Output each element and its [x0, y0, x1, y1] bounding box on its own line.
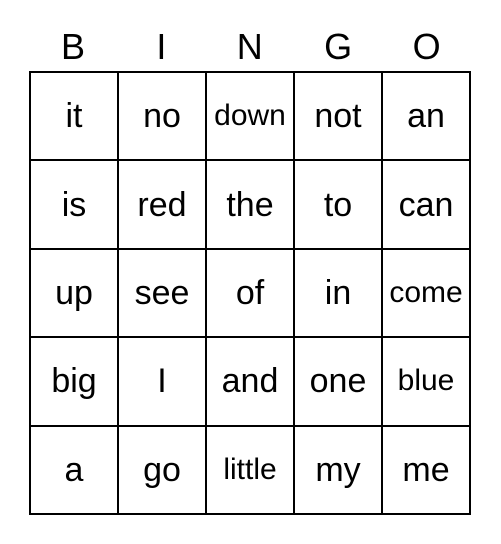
bingo-cell-n1[interactable]: down: [207, 73, 295, 162]
bingo-cell-label: it: [65, 97, 83, 136]
bingo-cell-label: down: [214, 99, 286, 133]
bingo-cell-label: and: [221, 362, 279, 401]
bingo-cell-label: can: [398, 185, 454, 224]
bingo-cell-label: come: [389, 276, 463, 310]
bingo-cell-g2[interactable]: to: [295, 161, 383, 250]
bingo-cell-n5[interactable]: little: [207, 426, 295, 516]
bingo-cell-i5[interactable]: go: [119, 426, 207, 516]
bingo-cell-label: blue: [397, 364, 455, 398]
bingo-cell-i1[interactable]: no: [119, 73, 207, 162]
bingo-header-letter-n: N: [236, 26, 264, 67]
bingo-cell-label: see: [134, 274, 190, 313]
bingo-row: a go little my me: [31, 426, 471, 516]
bingo-cell-b2[interactable]: is: [31, 161, 119, 250]
bingo-cell-o5[interactable]: me: [383, 426, 471, 516]
bingo-cell-label: little: [223, 452, 277, 486]
bingo-cell-o2[interactable]: can: [383, 161, 471, 250]
bingo-cell-i3[interactable]: see: [119, 249, 207, 339]
bingo-cell-label: no: [143, 97, 181, 136]
bingo-cell-i4[interactable]: I: [119, 338, 207, 427]
bingo-cell-label: big: [51, 362, 97, 401]
bingo-cell-label: up: [55, 274, 93, 313]
bingo-cell-b3[interactable]: up: [31, 249, 119, 339]
bingo-cell-o1[interactable]: an: [383, 73, 471, 162]
bingo-cell-i2[interactable]: red: [119, 161, 207, 250]
bingo-cell-label: the: [226, 185, 274, 224]
bingo-cell-label: is: [61, 185, 87, 224]
bingo-cell-g1[interactable]: not: [295, 73, 383, 162]
bingo-cell-label: to: [323, 185, 353, 224]
bingo-cell-n3[interactable]: of: [207, 249, 295, 339]
bingo-cell-n2[interactable]: the: [207, 161, 295, 250]
bingo-cell-label: a: [64, 450, 84, 489]
bingo-header-letter-i: I: [156, 26, 167, 67]
bingo-cell-label: my: [315, 450, 361, 489]
bingo-cell-label: an: [407, 97, 445, 136]
bingo-header-row: B I N G O: [29, 26, 471, 68]
bingo-row: big I and one blue: [31, 338, 471, 427]
bingo-cell-b5[interactable]: a: [31, 426, 119, 516]
bingo-header-letter-g: G: [324, 26, 353, 67]
bingo-cell-label: not: [314, 97, 362, 136]
bingo-cell-label: me: [402, 450, 450, 489]
bingo-grid: it no down not an is red the to can up s…: [29, 71, 471, 516]
bingo-cell-n4[interactable]: and: [207, 338, 295, 427]
bingo-cell-label: in: [324, 274, 352, 313]
bingo-cell-g4[interactable]: one: [295, 338, 383, 427]
bingo-card: B I N G O it no down not an is red the t…: [0, 0, 501, 544]
bingo-cell-label: go: [143, 450, 181, 489]
bingo-row: up see of in come: [31, 249, 471, 339]
bingo-header-letter-o: O: [412, 26, 442, 67]
bingo-cell-label: of: [235, 274, 265, 313]
bingo-cell-label: one: [309, 362, 367, 401]
bingo-row: it no down not an: [31, 73, 471, 162]
bingo-cell-o3[interactable]: come: [383, 249, 471, 339]
bingo-cell-g5[interactable]: my: [295, 426, 383, 516]
bingo-cell-o4[interactable]: blue: [383, 338, 471, 427]
bingo-header-letter-b: B: [60, 26, 86, 67]
bingo-cell-b4[interactable]: big: [31, 338, 119, 427]
bingo-cell-label: I: [157, 362, 167, 401]
bingo-row: is red the to can: [31, 161, 471, 250]
bingo-cell-label: red: [137, 185, 187, 224]
bingo-cell-b1[interactable]: it: [31, 73, 119, 162]
bingo-cell-g3[interactable]: in: [295, 249, 383, 339]
